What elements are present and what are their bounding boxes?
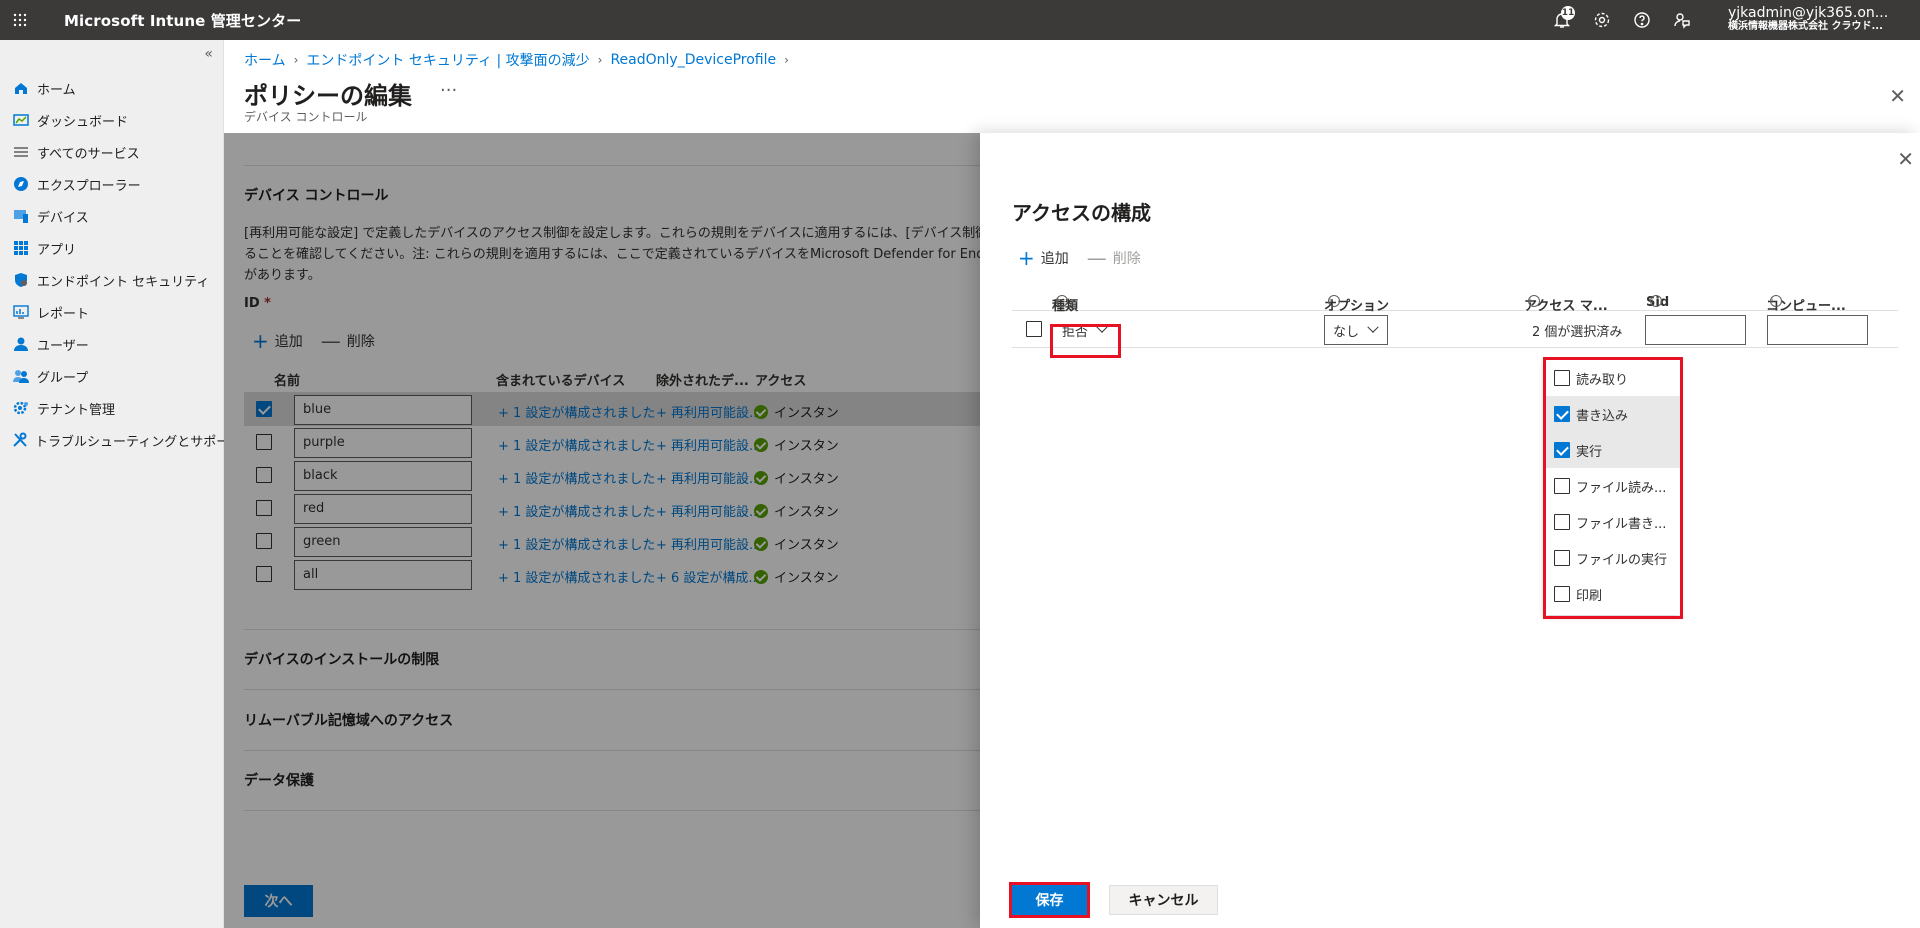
group-icon (12, 367, 30, 385)
add-icon: + (1018, 246, 1035, 270)
account-tenant: 横浜情報機器株式会社 クラウド... (1728, 21, 1883, 32)
list-icon (12, 143, 30, 161)
home-icon (12, 79, 30, 97)
close-page-icon[interactable]: ✕ (1889, 84, 1906, 108)
account-menu[interactable]: yjkadmin@yjk365.on... 横浜情報機器株式会社 クラウド... (1728, 6, 1920, 34)
access-mask-value: 2 個が選択済み (1532, 324, 1623, 340)
sidebar-item-endpoint-security[interactable]: エンドポイント セキュリティ (0, 264, 224, 296)
sidebar-nav: ホーム ダッシュボード すべてのサービス エクスプローラー デバイス アプリ エ… (0, 72, 242, 456)
breadcrumb-endpoint-security[interactable]: エンドポイント セキュリティ | 攻撃面の減少 (306, 50, 589, 70)
computer-sid-input[interactable] (1767, 315, 1868, 345)
product-title[interactable]: Microsoft Intune 管理センター (64, 10, 301, 31)
app-launcher-icon[interactable] (0, 0, 40, 40)
breadcrumb-home[interactable]: ホーム (244, 50, 286, 70)
highlight-access-menu (1543, 357, 1683, 619)
shield-icon (12, 271, 30, 289)
page-title: ポリシーの編集 (244, 82, 412, 110)
feedback-icon[interactable] (1662, 0, 1702, 40)
info-icon[interactable]: i (1328, 295, 1340, 307)
close-panel-icon[interactable]: ✕ (1897, 147, 1914, 171)
access-config-panel: ✕ アクセスの構成 + 追加 — 削除 種類 i オプション i アクセス マ...… (980, 133, 1920, 928)
sidebar: « ホーム ダッシュボード すべてのサービス エクスプローラー デバイス アプリ (0, 40, 242, 928)
page-subtitle: デバイス コントロール (244, 110, 368, 124)
help-icon[interactable] (1622, 0, 1662, 40)
apps-icon (12, 239, 30, 257)
entry-checkbox[interactable] (1026, 321, 1042, 337)
chevron-down-icon (1367, 321, 1379, 333)
info-icon[interactable]: i (1650, 295, 1662, 307)
sidebar-item-all-services[interactable]: すべてのサービス (0, 136, 224, 168)
sidebar-item-explorer[interactable]: エクスプローラー (0, 168, 224, 200)
sidebar-item-users[interactable]: ユーザー (0, 328, 224, 360)
info-icon[interactable]: i (1528, 295, 1540, 307)
more-options-icon[interactable]: ··· (440, 80, 457, 101)
access-table-header: 種類 i オプション i アクセス マ... i Sid i コンピュー... i (1012, 283, 1898, 314)
option-dropdown[interactable]: なし (1324, 315, 1388, 345)
access-mask-dropdown[interactable]: 2 個が選択済み (1524, 315, 1634, 345)
delete-entry-button[interactable]: 削除 (1113, 248, 1141, 268)
option-value: なし (1333, 324, 1360, 340)
top-bar: Microsoft Intune 管理センター 11 yjkadmin@yjk3… (0, 0, 1920, 40)
sidebar-item-label: トラブルシューティングとサポート (35, 434, 243, 450)
sidebar-item-label: グループ (37, 370, 89, 386)
sidebar-item-groups[interactable]: グループ (0, 360, 224, 392)
breadcrumb-separator-icon: › (597, 53, 603, 67)
sidebar-item-label: レポート (37, 306, 90, 322)
modal-overlay[interactable] (224, 133, 980, 928)
sidebar-item-label: エンドポイント セキュリティ (37, 274, 210, 290)
sidebar-item-label: デバイス (37, 210, 89, 226)
panel-command-bar: + 追加 — 削除 (1018, 246, 1141, 270)
sidebar-item-devices[interactable]: デバイス (0, 200, 224, 232)
explorer-icon (12, 175, 30, 193)
sidebar-item-label: テナント管理 (37, 402, 116, 418)
breadcrumb-separator-icon: › (784, 53, 789, 67)
sidebar-item-apps[interactable]: アプリ (0, 232, 224, 264)
tenant-gear-icon (12, 399, 30, 417)
add-entry-button[interactable]: 追加 (1041, 248, 1069, 268)
notifications-bell-icon[interactable]: 11 (1542, 0, 1582, 40)
sidebar-item-reports[interactable]: レポート (0, 296, 224, 328)
account-email: yjkadmin@yjk365.on... (1728, 6, 1889, 20)
delete-icon: — (1086, 246, 1107, 270)
collapse-sidebar-icon[interactable]: « (204, 46, 213, 62)
breadcrumb-separator-icon: › (293, 53, 299, 67)
breadcrumb: ホーム › エンドポイント セキュリティ | 攻撃面の減少 › ReadOnly… (244, 50, 797, 70)
sidebar-item-dashboard[interactable]: ダッシュボード (0, 104, 224, 136)
info-icon[interactable]: i (1056, 295, 1068, 307)
highlight-type-dropdown (1050, 324, 1121, 358)
breadcrumb-profile[interactable]: ReadOnly_DeviceProfile (610, 52, 776, 68)
info-icon[interactable]: i (1770, 295, 1782, 307)
sidebar-item-tenant-admin[interactable]: テナント管理 (0, 392, 224, 424)
device-icon (12, 207, 30, 225)
sidebar-item-label: エクスプローラー (37, 178, 141, 194)
sidebar-item-home[interactable]: ホーム (0, 72, 224, 104)
wrench-icon (12, 431, 28, 449)
dashboard-icon (12, 111, 30, 129)
sidebar-item-label: ホーム (37, 82, 76, 98)
sidebar-item-label: すべてのサービス (37, 146, 140, 162)
sidebar-item-label: アプリ (37, 242, 77, 258)
sidebar-item-label: ユーザー (37, 338, 89, 354)
sid-input[interactable] (1645, 315, 1746, 345)
highlight-save-button (1009, 882, 1090, 918)
access-entry-row: 拒否 なし 2 個が選択済み (1012, 311, 1898, 348)
cancel-button[interactable]: キャンセル (1109, 885, 1218, 915)
notification-count: 11 (1561, 6, 1575, 20)
user-icon (12, 335, 30, 353)
settings-gear-icon[interactable] (1582, 0, 1622, 40)
sidebar-item-label: ダッシュボード (37, 114, 129, 130)
report-icon (12, 303, 30, 321)
sidebar-item-troubleshooting[interactable]: トラブルシューティングとサポート (0, 424, 242, 456)
panel-title: アクセスの構成 (1012, 201, 1151, 225)
